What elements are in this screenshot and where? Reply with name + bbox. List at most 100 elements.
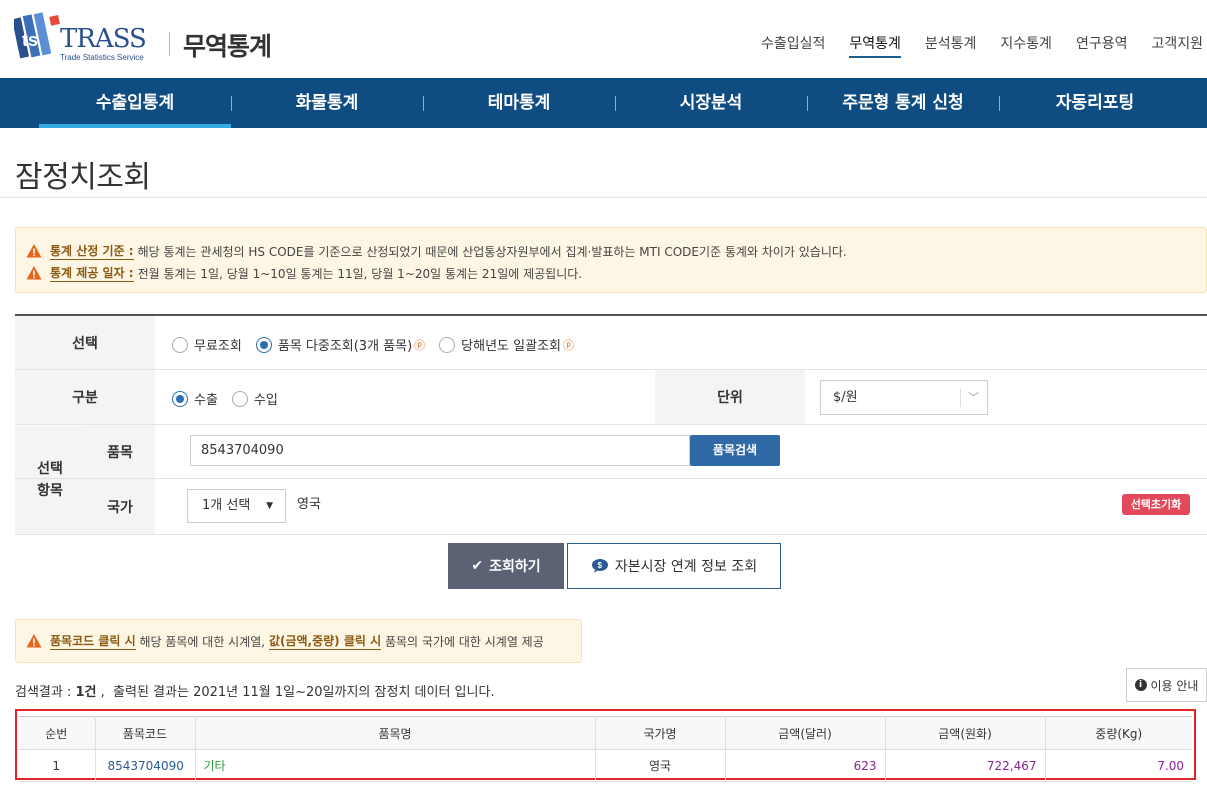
premium-icon: ⓟ: [562, 338, 574, 352]
mainnav-item-auto-report[interactable]: 자동리포팅: [999, 78, 1191, 128]
type-radio-group: 수출 수입: [172, 389, 292, 408]
summary-prefix: 검색결과 :: [15, 685, 76, 700]
topnav-item-analysis[interactable]: 분석통계: [925, 33, 977, 58]
notice-line-date: 통계 제공 일자 : 전월 통계는 1일, 당월 1~10일 통계는 11일, …: [26, 262, 1206, 284]
notice-line-basis: 통계 산정 기준 : 해당 통계는 관세청의 HS CODE를 기준으로 산정되…: [26, 240, 1206, 262]
radio-circle: [439, 336, 456, 353]
col-header-usd: 금액(달러): [725, 716, 886, 750]
trass-logo[interactable]: ts TRASS Trade Statistics Service: [14, 12, 154, 62]
mainnav-item-market[interactable]: 시장분석: [615, 78, 807, 128]
notice-label: 통계 산정 기준 :: [50, 244, 134, 260]
cell-item-name: 기타: [195, 749, 596, 782]
form-row-select: 선택 무료조회 품목 다중조회(3개 품목) ⓟ 당해년도 일괄조회 ⓟ: [15, 316, 1207, 370]
page-title: 잠정치조회: [15, 160, 151, 195]
check-icon: ✔: [471, 558, 484, 574]
results-table: 순번 품목코드 품목명 국가명 금액(달러) 금액(원화) 중량(Kg) 1 8…: [18, 716, 1192, 782]
select-divider: [960, 389, 961, 407]
cell-krw-link[interactable]: 722,467: [885, 749, 1046, 782]
unit-label: 단위: [655, 370, 805, 424]
logo-wordmark: TRASS: [60, 24, 147, 54]
query-button-label: 조회하기: [489, 559, 541, 575]
mainnav-item-export-import[interactable]: 수출입통계: [39, 78, 231, 128]
svg-text:$: $: [597, 561, 602, 570]
radio-yearly[interactable]: 당해년도 일괄조회 ⓟ: [439, 335, 574, 354]
notice-box: 통계 산정 기준 : 해당 통계는 관세청의 HS CODE를 기준으로 산정되…: [15, 227, 1207, 293]
radio-export[interactable]: 수출: [172, 389, 218, 408]
coin-chat-icon: $: [591, 559, 608, 573]
topnav-item-trade-stats[interactable]: 무역통계: [849, 33, 901, 58]
trass-logo-icon: ts: [14, 12, 60, 59]
col-header-code: 품목코드: [95, 716, 196, 750]
notice-bold: 품목코드 클릭 시: [50, 634, 136, 650]
warning-icon: [26, 266, 42, 280]
mainnav-item-custom[interactable]: 주문형 통계 신청: [807, 78, 999, 128]
reset-selection-button[interactable]: 선택초기화: [1122, 494, 1190, 515]
topnav-item-research[interactable]: 연구용역: [1076, 33, 1128, 58]
header-divider: [169, 32, 170, 56]
topnav-item-export-import[interactable]: 수출입실적: [761, 33, 825, 58]
notice-label: 통계 제공 일자 :: [50, 266, 134, 282]
radio-label: 무료조회: [194, 339, 242, 354]
query-button[interactable]: ✔ 조회하기: [448, 543, 564, 589]
result-count: 1건: [75, 685, 97, 700]
title-divider: [0, 197, 1207, 198]
radio-label: 당해년도 일괄조회: [461, 339, 561, 354]
col-header-no: 순번: [18, 716, 96, 750]
country-dropdown[interactable]: 1개 선택 ▼: [187, 489, 286, 523]
col-header-krw: 금액(원화): [885, 716, 1046, 750]
notice-text: 해당 통계는 관세청의 HS CODE를 기준으로 산정되었기 때문에 산업통상…: [137, 244, 847, 259]
mainnav-item-theme[interactable]: 테마통계: [423, 78, 615, 128]
notice-text: 해당 품목에 대한 시계열,: [135, 634, 269, 649]
warning-icon: [26, 634, 42, 648]
radio-label: 품목 다중조회(3개 품목): [277, 339, 413, 354]
help-button[interactable]: i 이용 안내: [1126, 668, 1207, 702]
col-header-country: 국가명: [595, 716, 726, 750]
search-form: 선택 무료조회 품목 다중조회(3개 품목) ⓟ 당해년도 일괄조회 ⓟ 구분 수출…: [15, 314, 1207, 535]
topnav-item-support[interactable]: 고객지원: [1151, 33, 1203, 58]
item-search-button[interactable]: 품목검색: [690, 435, 780, 466]
capital-market-button-label: 자본시장 연계 정보 조회: [614, 559, 758, 575]
select-label: 선택: [15, 316, 155, 369]
summary-suffix: , 출력된 결과는 2021년 11월 1일~20일까지의 잠정치 데이터 입니…: [96, 685, 495, 700]
radio-free[interactable]: 무료조회: [172, 335, 242, 354]
warning-icon: [26, 244, 42, 258]
type-label: 구분: [15, 370, 155, 424]
country-dropdown-value: 1개 선택: [202, 498, 251, 513]
capital-market-button[interactable]: $ 자본시장 연계 정보 조회: [567, 543, 781, 589]
help-button-label: 이용 안내: [1150, 678, 1199, 693]
cell-usd-link[interactable]: 623: [725, 749, 886, 782]
form-row-country: 국가 1개 선택 ▼ 영국 선택초기화: [15, 479, 1207, 535]
result-notice: 품목코드 클릭 시 해당 품목에 대한 시계열, 값(금액,중량) 클릭 시 품…: [15, 619, 582, 663]
form-row-type: 구분 수출 수입 단위 $/원 ﹀: [15, 370, 1207, 425]
selected-country: 영국: [297, 497, 321, 512]
unit-select[interactable]: $/원 ﹀: [820, 380, 988, 415]
chevron-down-icon: ﹀: [968, 391, 979, 404]
item-label: 품목: [85, 425, 155, 478]
radio-circle: [231, 390, 248, 407]
col-header-weight: 중량(Kg): [1045, 716, 1192, 750]
cell-weight-link[interactable]: 7.00: [1045, 749, 1192, 782]
radio-import[interactable]: 수입: [231, 389, 278, 408]
notice-bold: 값(금액,중량) 클릭 시: [268, 634, 382, 650]
logo-subtitle: Trade Statistics Service: [60, 53, 144, 62]
table-header-row: 순번 품목코드 품목명 국가명 금액(달러) 금액(원화) 중량(Kg): [18, 716, 1192, 750]
premium-icon: ⓟ: [414, 338, 426, 352]
radio-multi-item[interactable]: 품목 다중조회(3개 품목) ⓟ: [255, 335, 426, 354]
col-header-name: 품목명: [195, 716, 596, 750]
main-nav: 수출입통계 화물통계 테마통계 시장분석 주문형 통계 신청 자동리포팅: [0, 78, 1207, 128]
item-code-input[interactable]: 8543704090: [190, 435, 690, 466]
cell-item-code-link[interactable]: 8543704090: [95, 749, 196, 782]
notice-text: 품목의 국가에 대한 시계열 제공: [381, 634, 544, 649]
mainnav-item-cargo[interactable]: 화물통계: [231, 78, 423, 128]
topnav-item-index[interactable]: 지수통계: [1000, 33, 1052, 58]
country-label: 국가: [85, 479, 155, 534]
notice-text: 전월 통계는 1일, 당월 1~10일 통계는 11일, 당월 1~20일 통계…: [137, 266, 583, 281]
select-radio-group: 무료조회 품목 다중조회(3개 품목) ⓟ 당해년도 일괄조회 ⓟ: [172, 335, 588, 354]
site-title: 무역통계: [183, 32, 272, 61]
radio-circle: [172, 336, 188, 353]
radio-circle-checked: [172, 390, 188, 407]
caret-down-icon: ▼: [266, 501, 273, 511]
radio-label: 수입: [253, 393, 278, 408]
unit-select-value: $/원: [833, 390, 858, 405]
radio-label: 수출: [194, 393, 218, 408]
